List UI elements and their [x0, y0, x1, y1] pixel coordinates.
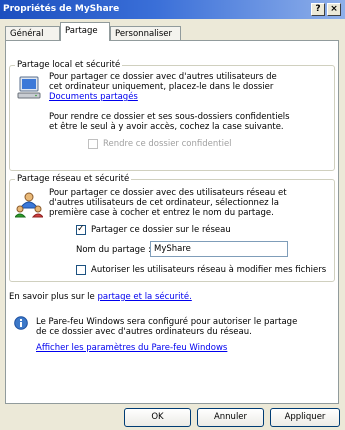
- private-checkbox[interactable]: [88, 139, 98, 149]
- network-desc-line-3: première case à cocher et entrez le nom …: [49, 208, 274, 218]
- firewall-info-line-1: Le Pare-feu Windows sera configuré pour …: [36, 317, 298, 327]
- firewall-info-line-2: de ce dossier avec d'autres ordinateurs …: [36, 327, 252, 337]
- tab-general[interactable]: Général: [5, 26, 60, 41]
- close-button[interactable]: ×: [327, 3, 341, 16]
- ok-button[interactable]: OK: [124, 408, 191, 427]
- local-sharing-group: Partage local et sécurité Pour partager …: [9, 60, 335, 171]
- allow-modify-label: Autoriser les utilisateurs réseau à modi…: [91, 265, 327, 275]
- share-name-label: Nom du partage :: [76, 245, 151, 255]
- computer-icon: [17, 76, 41, 99]
- network-sharing-group: Partage réseau et sécurité Pour partager…: [9, 174, 335, 282]
- more-info-text: En savoir plus sur le partage et la sécu…: [9, 292, 192, 302]
- sharing-security-link[interactable]: partage et la sécurité.: [97, 292, 191, 302]
- network-sharing-legend: Partage réseau et sécurité: [15, 174, 132, 184]
- apply-button[interactable]: Appliquer: [270, 408, 340, 427]
- help-button[interactable]: ?: [311, 3, 325, 16]
- shared-documents-link[interactable]: Documents partagés: [49, 92, 138, 102]
- local-sharing-legend: Partage local et sécurité: [15, 60, 123, 70]
- network-share-icon: [15, 192, 43, 218]
- tab-customize[interactable]: Personnaliser: [110, 26, 181, 41]
- checkmark-icon: ✓: [77, 224, 85, 234]
- share-on-network-checkbox[interactable]: ✓: [76, 224, 86, 235]
- allow-modify-checkbox[interactable]: [76, 265, 86, 275]
- local-desc-line-1: Pour partager ce dossier avec d'autres u…: [49, 72, 277, 82]
- cancel-button[interactable]: Annuler: [197, 408, 264, 427]
- share-on-network-label: Partager ce dossier sur le réseau: [91, 225, 231, 235]
- network-desc-line-2: d'autres utilisateurs de cet ordinateur,…: [49, 198, 279, 208]
- more-info-prefix: En savoir plus sur le: [9, 292, 95, 302]
- local-desc-line-2: cet ordinateur uniquement, placez-le dan…: [49, 82, 274, 92]
- tab-sharing[interactable]: Partage: [60, 22, 110, 41]
- window-title: Propriétés de MyShare: [3, 4, 120, 14]
- network-desc-line-1: Pour partager ce dossier avec des utilis…: [49, 188, 287, 198]
- private-desc-line-1: Pour rendre ce dossier et ses sous-dossi…: [49, 112, 290, 122]
- private-checkbox-label: Rendre ce dossier confidentiel: [103, 139, 232, 149]
- properties-window: Propriétés de MyShare ? × Général Partag…: [0, 0, 345, 430]
- info-icon: [14, 316, 28, 330]
- share-name-input[interactable]: MyShare: [150, 241, 288, 257]
- tab-panel: Partage local et sécurité Pour partager …: [5, 40, 339, 404]
- private-desc-line-2: et être le seul à y avoir accès, cochez …: [49, 122, 284, 132]
- title-bar[interactable]: Propriétés de MyShare ? ×: [0, 0, 345, 19]
- firewall-settings-link[interactable]: Afficher les paramètres du Pare-feu Wind…: [36, 343, 227, 353]
